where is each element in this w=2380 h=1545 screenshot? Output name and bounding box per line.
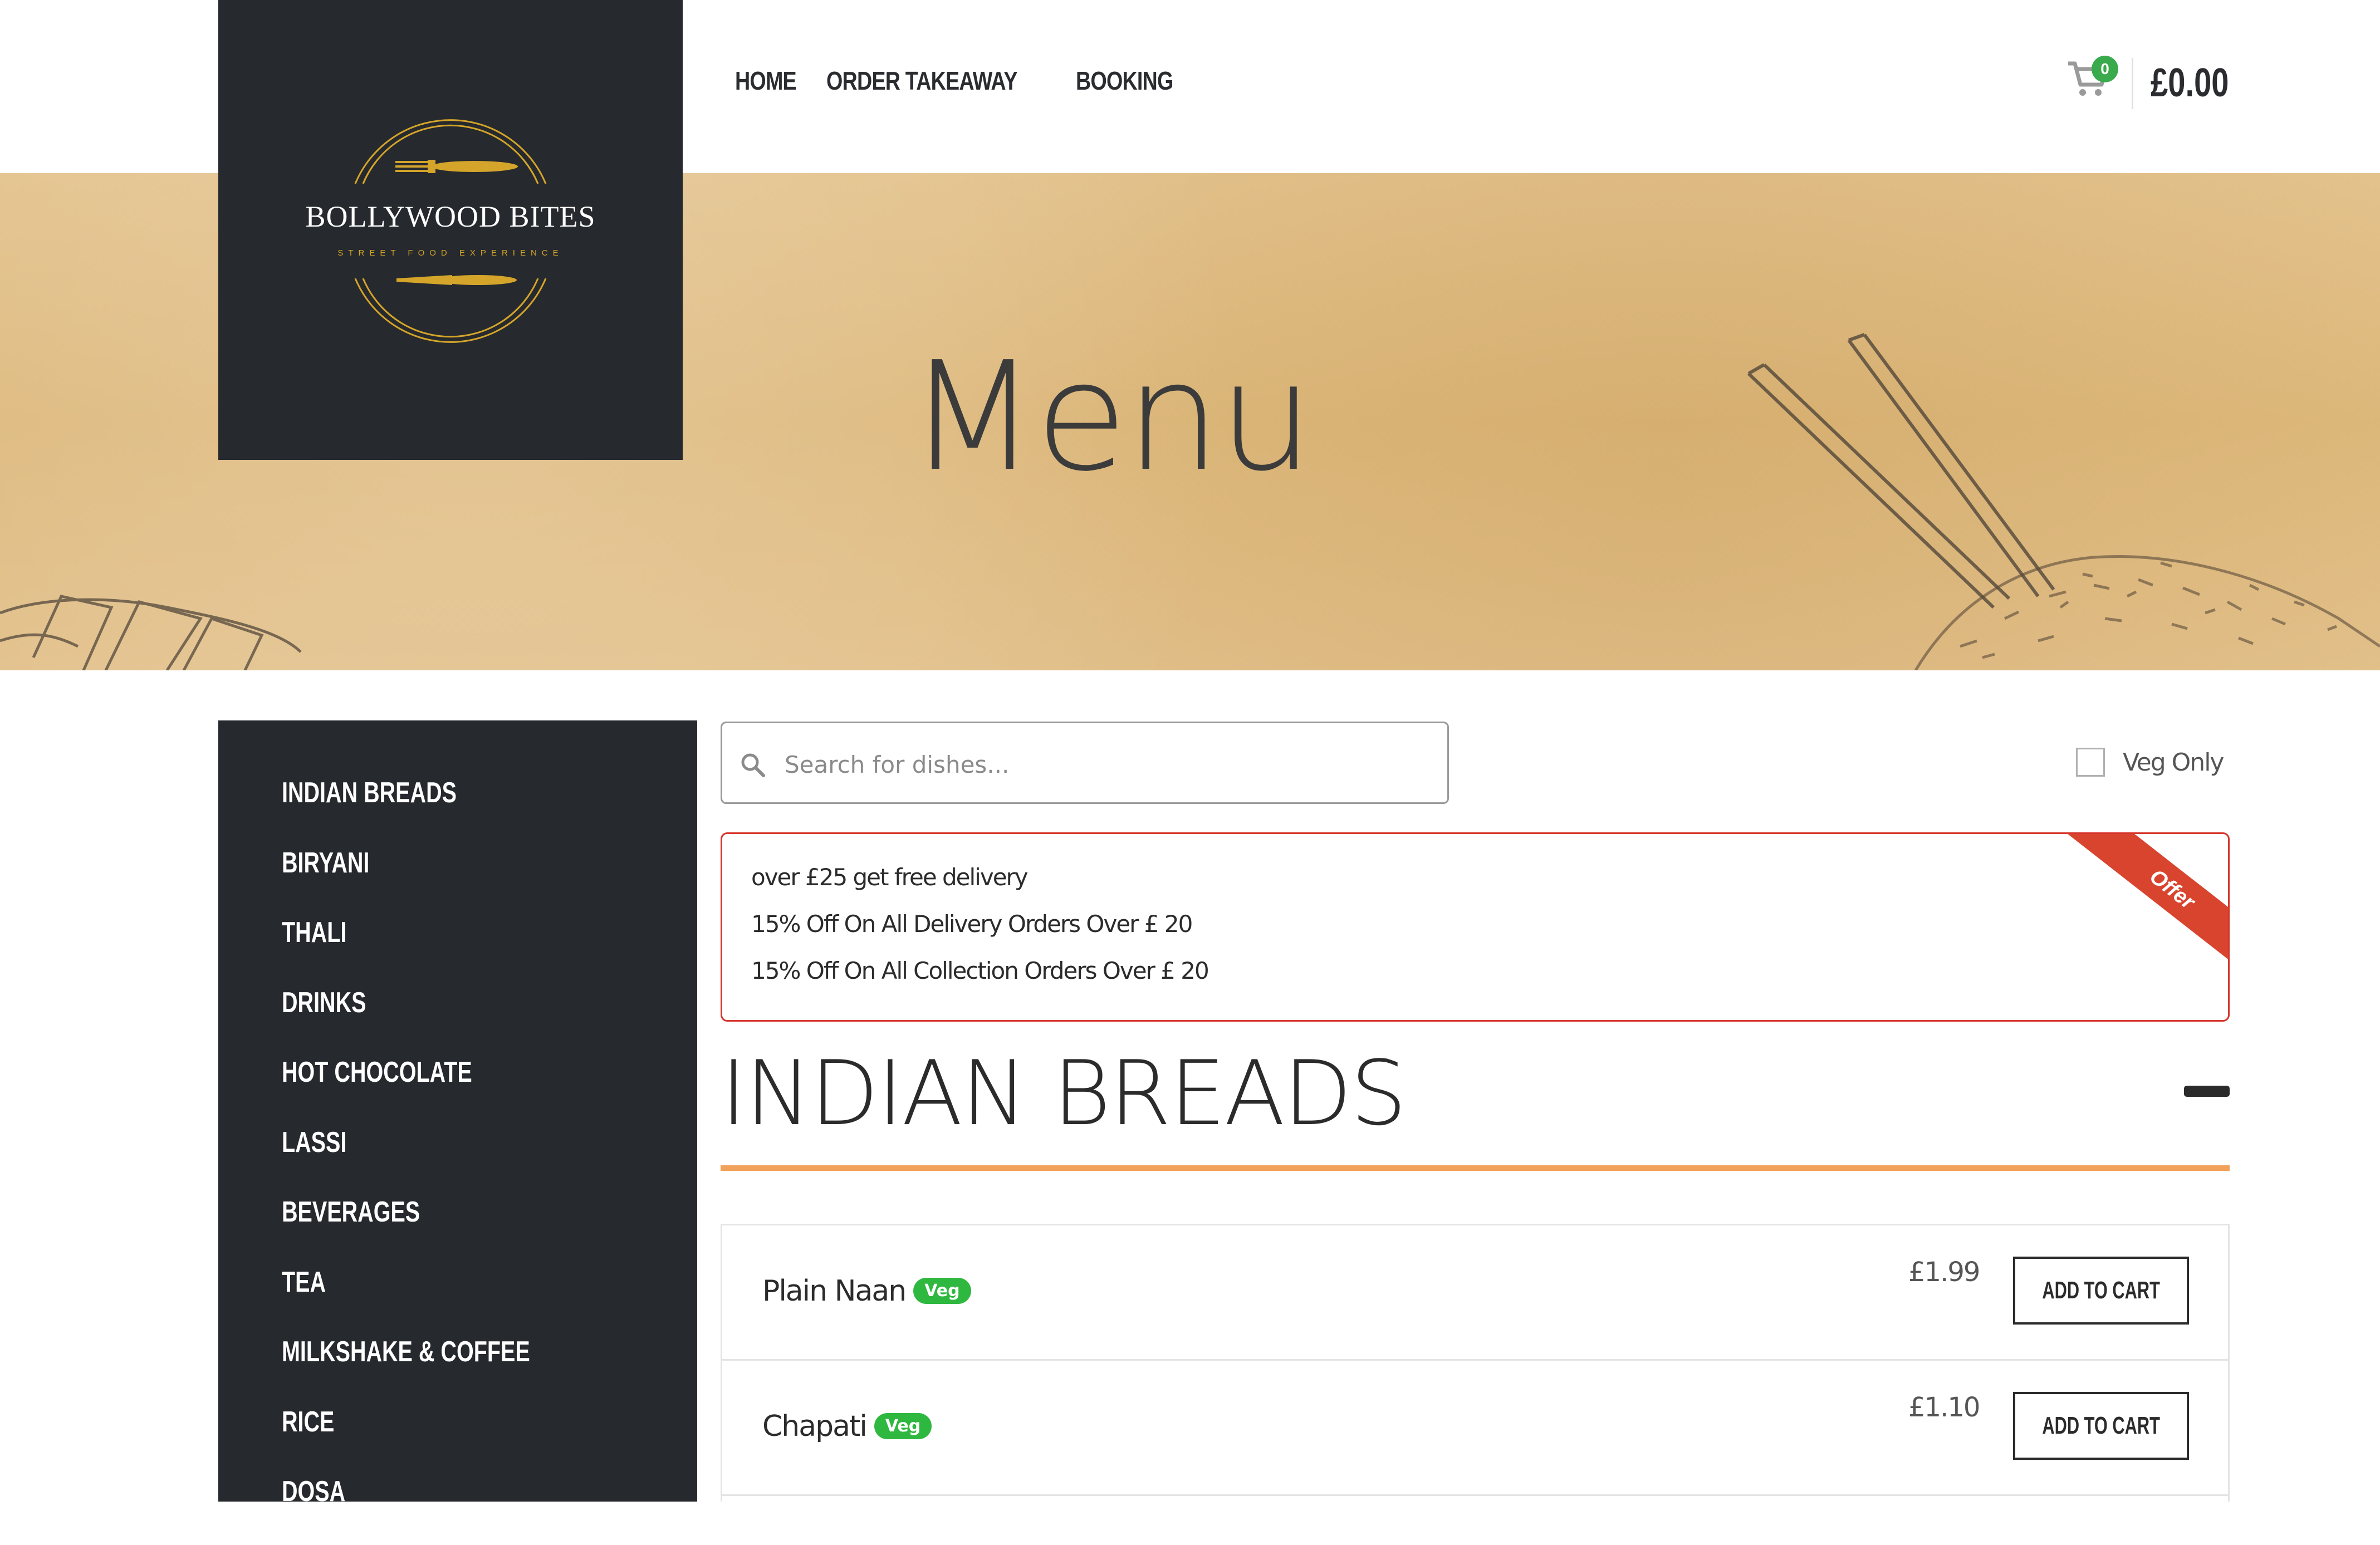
sidebar-item-rice[interactable]: RICE [282,1405,530,1475]
item-name-wrap: Plain Naan Veg [762,1274,971,1308]
nav-booking[interactable]: BOOKING [1076,66,1173,96]
offer-line: 15% Off On All Delivery Orders Over £ 20 [751,910,1193,938]
item-name-wrap: Chapati Veg [762,1410,932,1443]
veg-badge: Veg [874,1412,932,1439]
add-to-cart-label: ADD TO CART [2042,1412,2160,1439]
item-name: Plain Naan [762,1274,907,1308]
page-title: Menu [908,329,1314,504]
offer-box: over £25 get free delivery 15% Off On Al… [721,832,2230,1022]
sidebar-item-tea[interactable]: TEA [282,1266,530,1336]
sidebar-item-hot-chocolate[interactable]: HOT CHOCOLATE [282,1056,530,1126]
sidebar-item-beverages[interactable]: BEVERAGES [282,1195,530,1266]
collapse-toggle[interactable] [2184,1086,2230,1097]
sidebar-item-biryani[interactable]: BIRYANI [282,846,530,916]
site-logo[interactable]: BOLLYWOOD BITES STREET FOOD EXPERIENCE [218,0,683,460]
add-to-cart-label: ADD TO CART [2042,1277,2160,1304]
search-input[interactable] [783,748,1398,781]
logo-tagline: STREET FOOD EXPERIENCE [337,248,564,258]
sidebar-item-dosa[interactable]: DOSA [282,1475,530,1545]
sidebar-item-indian-breads[interactable]: INDIAN BREADS [282,776,530,846]
sidebar-item-thali[interactable]: THALI [282,916,530,986]
logo-name: BOLLYWOOD BITES [305,200,596,233]
sidebar-item-drinks[interactable]: DRINKS [282,986,530,1056]
section-title: INDIAN BREADS [721,1041,1407,1145]
cart-total[interactable]: £0.00 [2151,60,2229,106]
item-price: £1.10 [1908,1392,1980,1423]
main-nav: HOME ORDER TAKEAWAY BOOKING [735,66,1194,96]
cart-count-badge: 0 [2092,56,2118,82]
menu-item: Plain Naan Veg £1.99 ADD TO CART [722,1225,2228,1361]
menu-item-list: Plain Naan Veg £1.99 ADD TO CART Chapati V… [721,1224,2230,1502]
veg-badge: Veg [913,1277,971,1304]
search-icon [741,753,765,777]
veg-only-label[interactable]: Veg Only [2123,748,2224,777]
section-divider [721,1165,2230,1171]
menu-item: Chapati Veg £1.10 ADD TO CART [722,1361,2228,1496]
item-price: £1.99 [1908,1257,1980,1288]
cart-divider [2132,58,2133,109]
veg-only-checkbox[interactable] [2076,748,2105,777]
sidebar-item-milkshake-coffee[interactable]: MILKSHAKE & COFFEE [282,1335,530,1405]
offer-ribbon: Offer [2049,834,2228,971]
search-box [721,722,1449,804]
sidebar-item-lassi[interactable]: LASSI [282,1126,530,1196]
add-to-cart-button[interactable]: ADD TO CART [2013,1257,2189,1325]
offer-line: 15% Off On All Collection Orders Over £ … [751,957,1209,984]
add-to-cart-button[interactable]: ADD TO CART [2013,1392,2189,1460]
item-name: Chapati [762,1410,868,1443]
nav-home[interactable]: HOME [735,66,797,96]
nav-order-takeaway[interactable]: ORDER TAKEAWAY [826,66,1018,96]
category-sidebar: INDIAN BREADS BIRYANI THALI DRINKS HOT C… [218,720,697,1508]
offer-line: over £25 get free delivery [751,864,1029,891]
